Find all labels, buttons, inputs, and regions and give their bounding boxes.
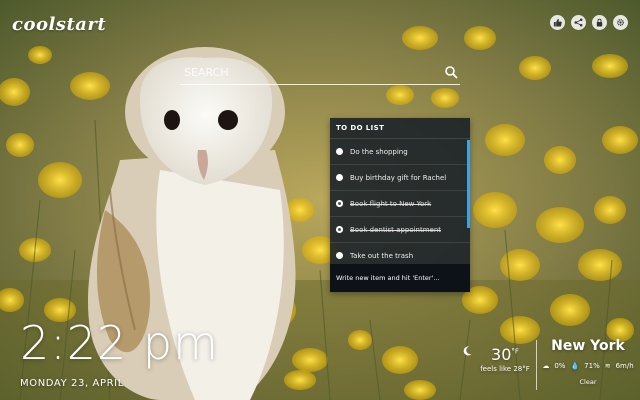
- todo-checkbox[interactable]: [336, 200, 343, 207]
- feels-like: feels like 28°F: [480, 365, 530, 373]
- search-icon[interactable]: [444, 65, 458, 79]
- thumbs-up-icon[interactable]: [550, 15, 565, 30]
- todo-scrollbar[interactable]: [467, 140, 470, 228]
- moon-icon: [463, 346, 472, 356]
- todo-item-label: Book dentist appointment: [350, 225, 442, 234]
- precipitation-icon: ☁: [542, 362, 550, 370]
- todo-checkbox[interactable]: [336, 252, 343, 259]
- new-todo-input[interactable]: [330, 264, 470, 292]
- precipitation: 0%: [554, 362, 566, 370]
- todo-checkbox[interactable]: [336, 174, 343, 181]
- gear-icon[interactable]: [613, 15, 628, 30]
- todo-item-label: Take out the trash: [350, 251, 414, 260]
- weather-condition: Clear: [579, 378, 597, 386]
- weather-divider: [536, 340, 537, 390]
- temperature: 30°F: [491, 345, 519, 364]
- todo-item[interactable]: Buy birthday gift for Rachel: [330, 165, 470, 191]
- todo-item-label: Book flight to New York: [350, 199, 432, 208]
- wind: 6m/h: [615, 362, 634, 370]
- todo-item[interactable]: Do the shopping: [330, 139, 470, 165]
- weather-metrics: ☁ 0% 💧 71% ≋ 6m/h: [540, 362, 636, 370]
- todo-checkbox[interactable]: [336, 148, 343, 155]
- todo-item[interactable]: Book dentist appointment: [330, 217, 470, 243]
- todo-title: TO DO LIST: [330, 118, 470, 139]
- clock-date: MONDAY 23, APRIL: [20, 378, 124, 389]
- app-logo[interactable]: coolstart: [12, 14, 106, 35]
- top-toolbar: [550, 15, 628, 30]
- wind-icon: ≋: [604, 362, 611, 370]
- weather-location-block: New York ☁ 0% 💧 71% ≋ 6m/h Clear: [540, 338, 636, 386]
- lock-icon[interactable]: [592, 15, 607, 30]
- humidity: 71%: [584, 362, 600, 370]
- todo-item[interactable]: Book flight to New York: [330, 191, 470, 217]
- search-bar: [180, 62, 460, 85]
- todo-checkbox[interactable]: [336, 226, 343, 233]
- todo-widget: TO DO LIST Do the shopping Buy birthday …: [330, 118, 470, 292]
- clock-time: 2:22 pm: [20, 316, 219, 370]
- share-icon[interactable]: [571, 15, 586, 30]
- weather-temperature-block: 30°F feels like 28°F: [480, 345, 530, 373]
- search-input[interactable]: [180, 62, 438, 82]
- todo-list: Do the shopping Buy birthday gift for Ra…: [330, 139, 470, 269]
- todo-item-label: Do the shopping: [350, 147, 408, 156]
- weather-city[interactable]: New York: [540, 338, 636, 354]
- todo-item-label: Buy birthday gift for Rachel: [350, 173, 447, 182]
- humidity-icon: 💧: [570, 362, 580, 370]
